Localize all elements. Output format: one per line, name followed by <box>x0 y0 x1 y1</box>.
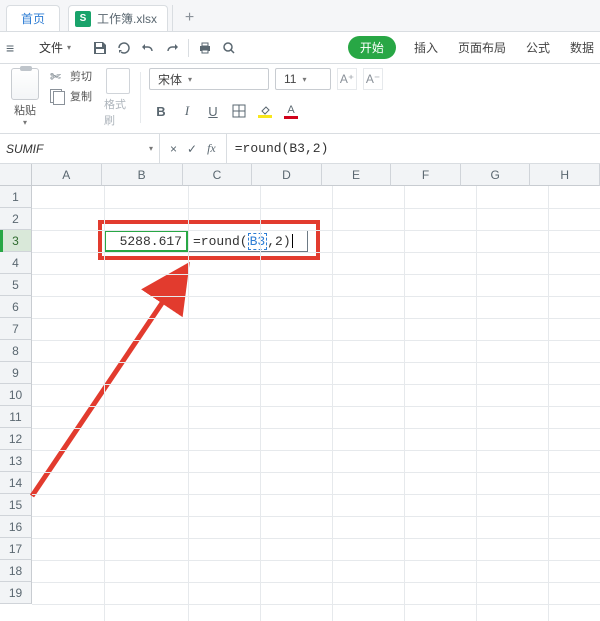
print-preview-icon[interactable] <box>221 40 237 56</box>
column-header-b[interactable]: B <box>102 164 183 186</box>
column-header-h[interactable]: H <box>530 164 600 186</box>
font-color-swatch <box>284 116 298 119</box>
column-header-g[interactable]: G <box>461 164 531 186</box>
ribbon-tab-insert[interactable]: 插入 <box>414 39 438 56</box>
tab-workbook[interactable]: S 工作簿.xlsx <box>68 5 168 31</box>
formula-bar-input[interactable]: =round(B3,2) <box>227 134 600 163</box>
format-painter-button[interactable]: 格式刷 <box>98 68 138 133</box>
redo-icon[interactable] <box>164 40 180 56</box>
copy-button[interactable]: 复制 <box>50 88 92 104</box>
file-menu-label: 文件 <box>39 39 63 56</box>
cell-b3-value: 5288.617 <box>120 234 182 249</box>
copy-icon <box>50 89 66 103</box>
column-header-a[interactable]: A <box>32 164 102 186</box>
paste-label: 粘贴 <box>14 102 36 118</box>
italic-button[interactable]: I <box>175 100 199 122</box>
row-header-7[interactable]: 7 <box>0 318 32 340</box>
bold-button[interactable]: B <box>149 100 173 122</box>
cell-c3-editing[interactable]: =round(B3,2) <box>188 230 308 252</box>
cancel-formula-button[interactable]: × <box>170 142 177 156</box>
row-header-11[interactable]: 11 <box>0 406 32 428</box>
chevron-down-icon: ▾ <box>67 43 71 52</box>
quick-access-toolbar <box>92 39 237 57</box>
row-header-13[interactable]: 13 <box>0 450 32 472</box>
row-header-4[interactable]: 4 <box>0 252 32 274</box>
fill-color-button[interactable] <box>253 100 277 122</box>
row-header-9[interactable]: 9 <box>0 362 32 384</box>
undo-icon[interactable] <box>140 40 156 56</box>
cut-label: 剪切 <box>70 68 92 84</box>
cut-button[interactable]: 剪切 <box>50 68 92 84</box>
row-header-6[interactable]: 6 <box>0 296 32 318</box>
name-box-value: SUMIF <box>6 142 43 156</box>
row-header-17[interactable]: 17 <box>0 538 32 560</box>
cell-b3[interactable]: 5288.617 <box>104 230 188 252</box>
new-tab-button[interactable]: + <box>172 5 206 31</box>
row-header-12[interactable]: 12 <box>0 428 32 450</box>
hamburger-icon[interactable]: ≡ <box>6 40 24 56</box>
chevron-down-icon: ▾ <box>188 75 192 84</box>
cell-c3-prefix: =round( <box>193 234 248 249</box>
font-name-value: 宋体 <box>158 71 182 88</box>
font-color-button[interactable]: A <box>279 100 303 122</box>
row-header-3[interactable]: 3 <box>0 230 32 252</box>
font-size-combo[interactable]: 11 ▾ <box>275 68 331 90</box>
cell-c3-suffix: ,2) <box>267 234 290 249</box>
ribbon-tab-start-label: 开始 <box>360 41 384 55</box>
copy-label: 复制 <box>70 88 92 104</box>
name-box[interactable]: SUMIF ▾ <box>0 134 160 163</box>
refresh-icon[interactable] <box>116 40 132 56</box>
chevron-down-icon: ▾ <box>302 75 306 84</box>
row-header-5[interactable]: 5 <box>0 274 32 296</box>
annotation-arrow <box>2 246 222 506</box>
ribbon-tab-formula[interactable]: 公式 <box>526 39 550 56</box>
cell-c3-ref: B3 <box>248 233 268 250</box>
column-header-d[interactable]: D <box>252 164 322 186</box>
row-header-8[interactable]: 8 <box>0 340 32 362</box>
row-header-19[interactable]: 19 <box>0 582 32 604</box>
format-painter-label: 格式刷 <box>104 96 132 128</box>
clipboard-icon <box>11 68 39 100</box>
shrink-font-button[interactable]: A⁻ <box>363 68 383 90</box>
chevron-down-icon: ▾ <box>149 144 153 153</box>
column-header-c[interactable]: C <box>183 164 253 186</box>
row-header-14[interactable]: 14 <box>0 472 32 494</box>
grow-font-button[interactable]: A⁺ <box>337 68 357 90</box>
paste-button[interactable]: 粘贴 ▾ <box>6 68 44 133</box>
tab-home[interactable]: 首页 <box>6 5 60 31</box>
row-header-10[interactable]: 10 <box>0 384 32 406</box>
ribbon-tab-data[interactable]: 数据 <box>570 39 594 56</box>
chevron-down-icon: ▾ <box>23 118 27 127</box>
row-header-15[interactable]: 15 <box>0 494 32 516</box>
tab-workbook-label: 工作簿.xlsx <box>97 10 157 27</box>
scissors-icon <box>50 69 66 83</box>
font-size-value: 11 <box>284 72 296 86</box>
row-header-1[interactable]: 1 <box>0 186 32 208</box>
column-header-f[interactable]: F <box>391 164 461 186</box>
row-header-2[interactable]: 2 <box>0 208 32 230</box>
spreadsheet-icon: S <box>75 11 91 27</box>
underline-button[interactable]: U <box>201 100 225 122</box>
text-caret <box>292 234 293 248</box>
ribbon-tab-start[interactable]: 开始 <box>348 36 396 59</box>
select-all-corner[interactable] <box>0 164 32 186</box>
formula-bar-value: =round(B3,2) <box>235 141 329 156</box>
fill-color-swatch <box>258 115 272 118</box>
paintbrush-icon <box>106 68 130 94</box>
spreadsheet-grid[interactable]: ABCDEFGH 12345678910111213141516171819 5… <box>0 164 600 621</box>
row-header-16[interactable]: 16 <box>0 516 32 538</box>
ribbon-tab-layout[interactable]: 页面布局 <box>458 39 506 56</box>
fx-icon[interactable]: fx <box>207 141 216 156</box>
save-icon[interactable] <box>92 40 108 56</box>
tab-home-label: 首页 <box>21 10 45 27</box>
row-header-18[interactable]: 18 <box>0 560 32 582</box>
font-name-combo[interactable]: 宋体 ▾ <box>149 68 269 90</box>
border-button[interactable] <box>227 100 251 122</box>
file-menu[interactable]: 文件 ▾ <box>28 36 82 59</box>
column-header-e[interactable]: E <box>322 164 392 186</box>
accept-formula-button[interactable]: ✓ <box>187 142 197 156</box>
print-icon[interactable] <box>197 40 213 56</box>
separator <box>188 39 189 57</box>
